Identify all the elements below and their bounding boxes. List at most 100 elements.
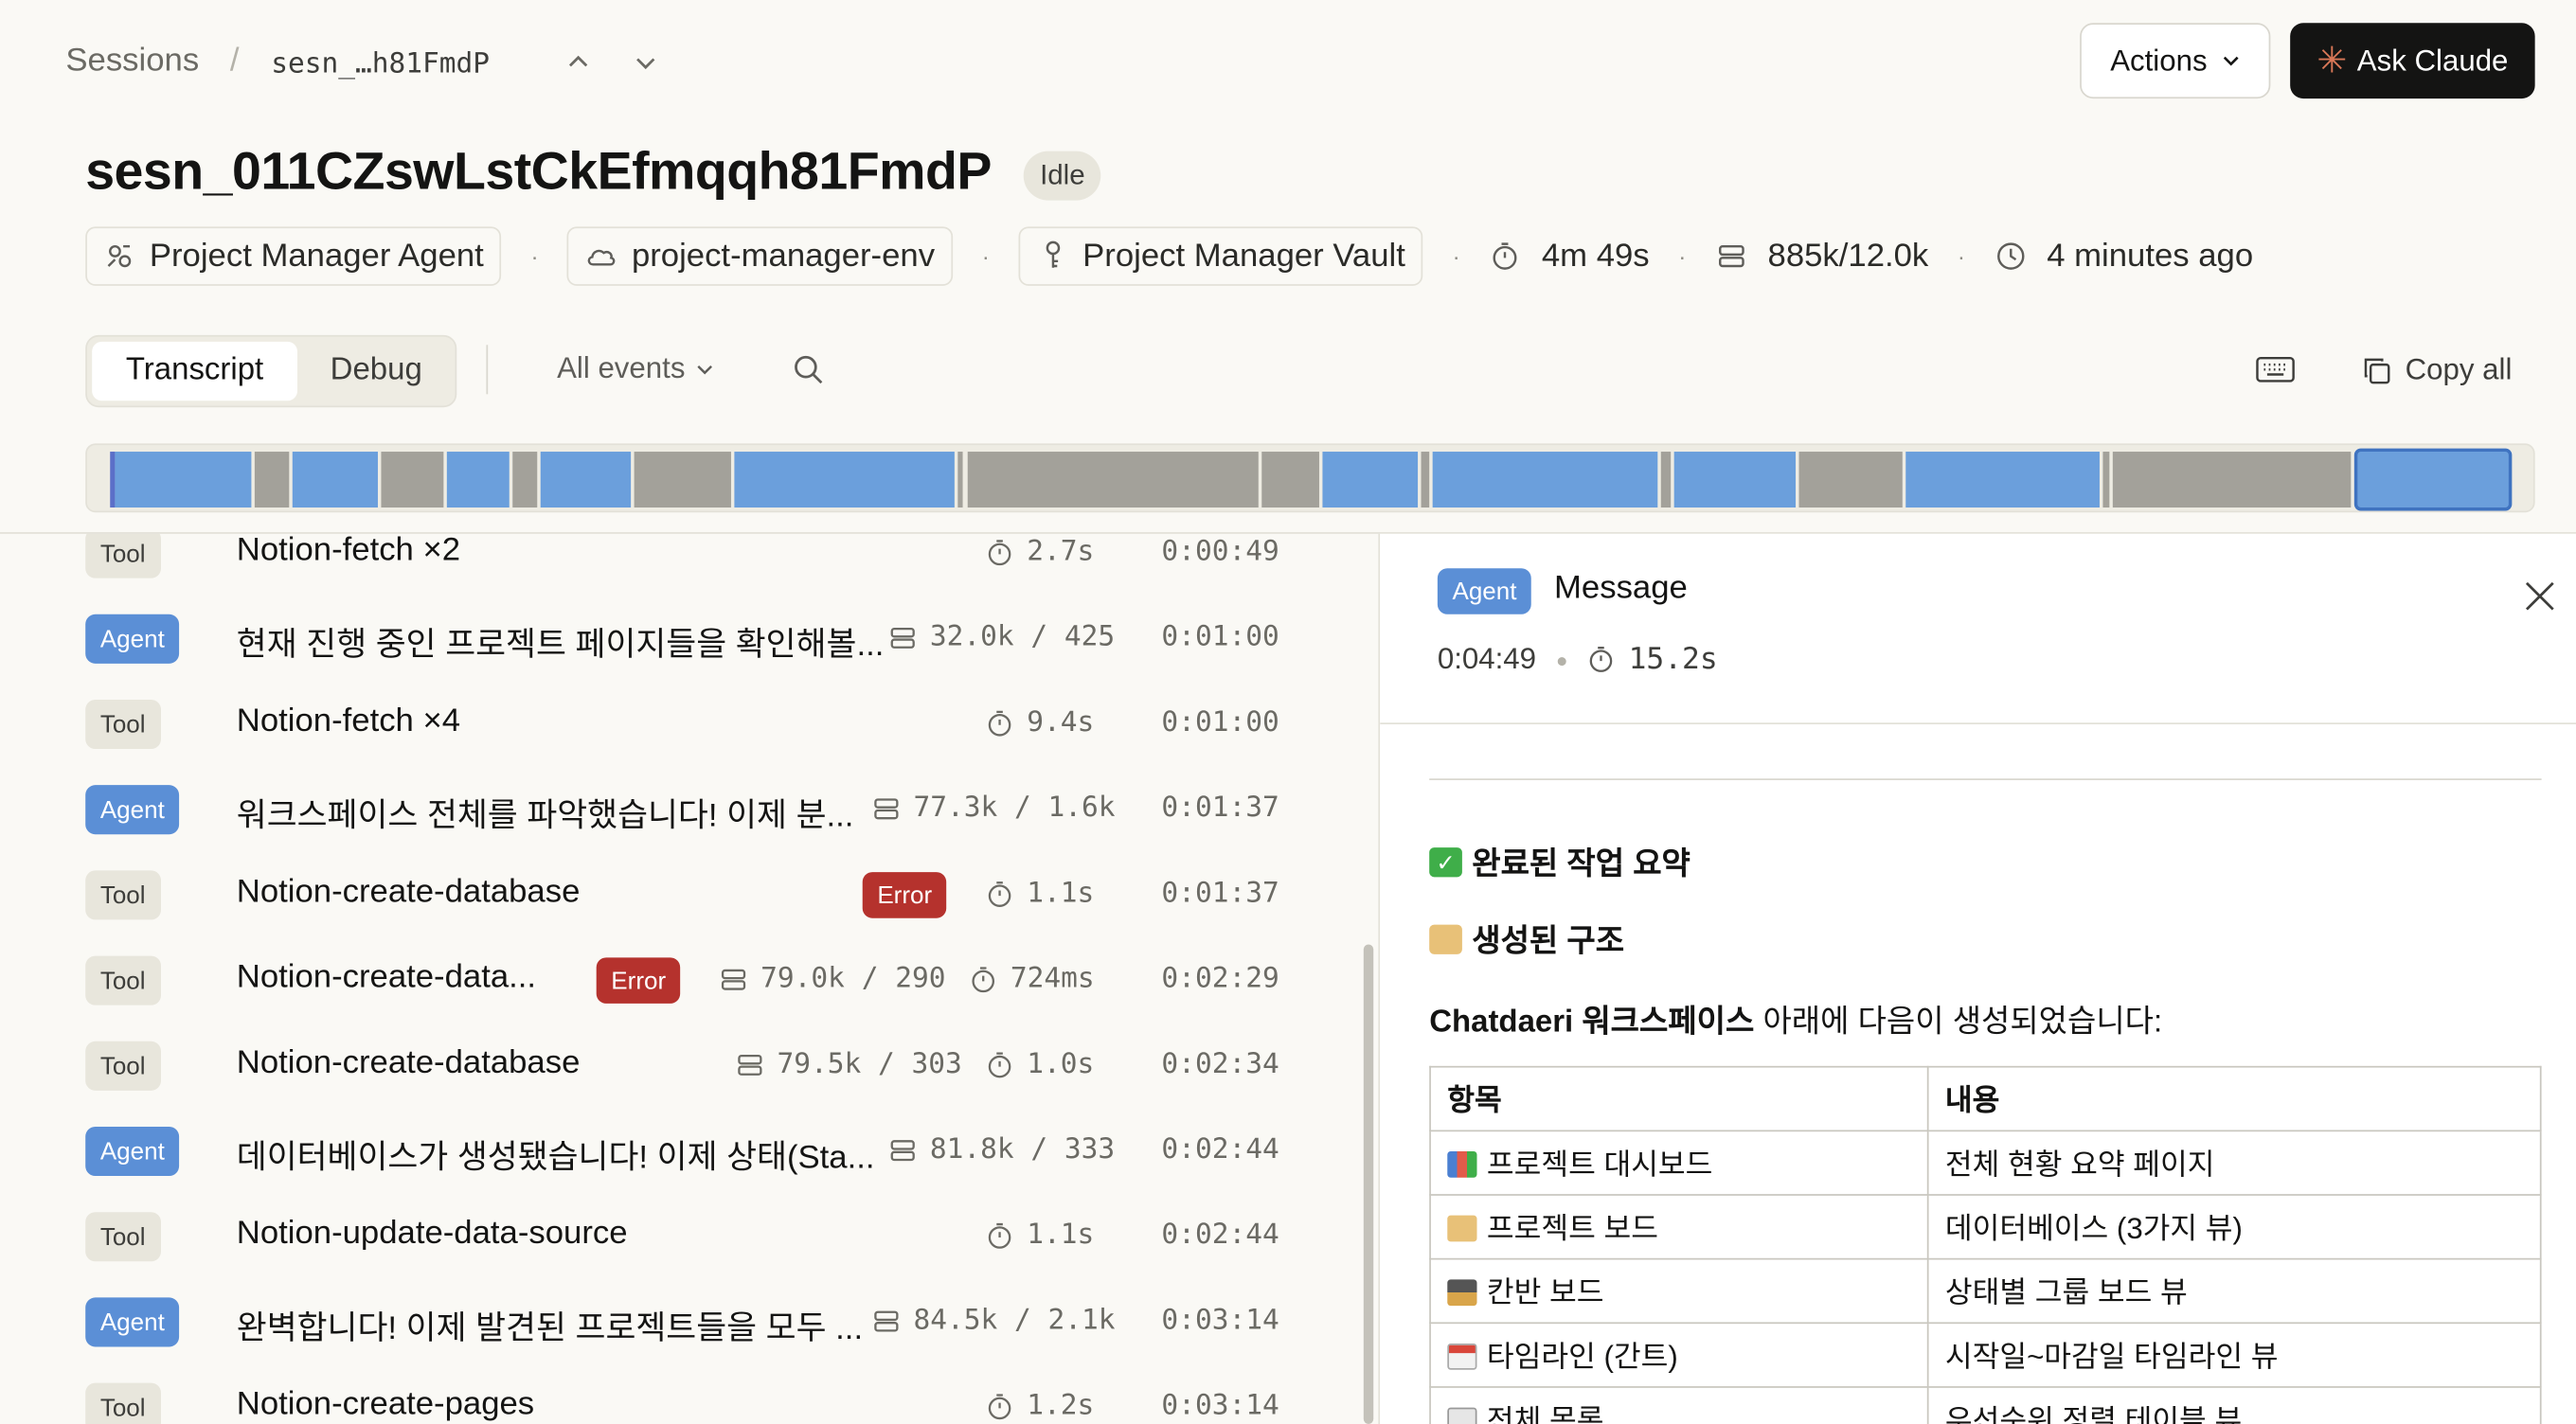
timeline-segment[interactable] — [292, 452, 378, 508]
tool-tag: Tool — [85, 1041, 161, 1091]
tab-transcript[interactable]: Transcript — [92, 341, 297, 401]
event-row[interactable]: Tool Notion-update-data-source 1.1s 0:02:44 — [0, 1194, 1347, 1279]
timeline-segment[interactable] — [1798, 452, 1903, 508]
duration-value: 2.7s — [1027, 535, 1095, 569]
event-row[interactable]: Tool Notion-create-pages 1.2s 0:03:14 — [0, 1365, 1347, 1424]
timeline-segment[interactable] — [1322, 452, 1419, 508]
duration-stat: 1.2s — [986, 1390, 1094, 1422]
timeline-segment[interactable] — [1421, 452, 1430, 508]
structure-paragraph: Chatdaeri 워크스페이스 아래에 다음이 생성되었습니다: — [1429, 1005, 2163, 1041]
event-title: Notion-fetch ×2 — [236, 533, 461, 569]
events-list: Tool Notion-fetch ×2 2.7s 0:00:49 Agent 현재 진행… — [0, 533, 1380, 1424]
timeline-segment[interactable] — [967, 452, 1259, 508]
calendar-icon — [1447, 1343, 1477, 1370]
agent-chip[interactable]: Project Manager Agent — [85, 226, 502, 286]
event-filter-dropdown[interactable]: All events — [557, 351, 715, 385]
timeline-segment[interactable] — [1261, 452, 1319, 508]
timeline-segment[interactable] — [734, 452, 955, 508]
token-value: 81.8k / 333 — [929, 1132, 1116, 1166]
close-icon[interactable] — [2523, 579, 2556, 622]
detail-meta: 0:04:49 ● 15.2s — [1437, 642, 1718, 677]
stopwatch-icon — [986, 880, 1013, 907]
vault-chip[interactable]: Project Manager Vault — [1018, 226, 1423, 286]
summary-heading: ✓ 완료된 작업 요약 — [1429, 839, 1690, 883]
timeline-segment-selected[interactable] — [2353, 448, 2513, 511]
detail-title: Message — [1554, 569, 1688, 607]
database-icon — [888, 623, 916, 650]
table-header: 내용 — [1926, 1065, 2542, 1132]
chevron-up-icon[interactable] — [559, 43, 599, 82]
event-row[interactable]: Tool Notion-fetch ×4 9.4s 0:01:00 — [0, 682, 1347, 767]
event-row[interactable]: Tool Notion-create-data... Error 79.0k / 29… — [0, 938, 1347, 1024]
duration-value: 9.4s — [1027, 705, 1095, 739]
timeline-segment[interactable] — [1432, 452, 1658, 508]
structure-table: 항목 내용 프로젝트 대시보드 전체 현황 요약 페이지 프로젝트 보드 데이터… — [1429, 1065, 2542, 1424]
timeline-segment[interactable] — [1673, 452, 1797, 508]
status-badge: Idle — [1023, 151, 1101, 201]
event-timestamp: 0:01:37 — [1161, 792, 1279, 825]
timeline-segment[interactable] — [2102, 452, 2110, 508]
chevron-down-icon — [2223, 56, 2238, 66]
breadcrumb-sessions[interactable]: Sessions — [65, 43, 199, 80]
detail-time: 0:04:49 — [1437, 642, 1537, 675]
event-timestamp: 0:01:37 — [1161, 877, 1279, 911]
timeline-segment[interactable] — [381, 452, 444, 508]
database-icon — [872, 1307, 900, 1334]
event-title: 워크스페이스 전체를 파악했습니다! 이제 분... — [236, 798, 854, 835]
stopwatch-icon — [986, 709, 1013, 737]
tokens-stat: 885k/12.0k — [1715, 238, 1928, 276]
copy-all-button[interactable]: Copy all — [2362, 353, 2512, 387]
timeline-segment[interactable] — [634, 452, 731, 508]
table-row: 칸반 보드 상태별 그룹 보드 뷰 — [1429, 1257, 2542, 1325]
timeline-segment[interactable] — [254, 452, 290, 508]
tool-tag: Tool — [85, 870, 161, 920]
timeline-segment[interactable] — [512, 452, 538, 508]
timeline-segment[interactable] — [1660, 452, 1672, 508]
chart-icon — [1447, 1151, 1477, 1178]
table-row: 프로젝트 대시보드 전체 현황 요약 페이지 — [1429, 1130, 2542, 1196]
duration-value: 724ms — [1010, 962, 1095, 996]
timeline-segment[interactable] — [1905, 452, 2100, 508]
agent-tag: Agent — [85, 1127, 180, 1177]
card-box-icon — [1447, 1279, 1477, 1307]
duration-stat: 4m 49s — [1489, 237, 1650, 276]
scrollbar[interactable] — [1363, 944, 1374, 1424]
cloud-icon — [585, 240, 618, 273]
timeline-segment[interactable] — [540, 452, 632, 508]
duration-stat: 1.1s — [986, 877, 1094, 910]
environment-chip[interactable]: project-manager-env — [567, 226, 954, 286]
chevron-down-icon[interactable] — [626, 43, 666, 82]
duration-value: 1.1s — [1027, 1219, 1095, 1252]
timeline-segment[interactable] — [115, 452, 252, 508]
ask-claude-button[interactable]: ✳ Ask Claude — [2290, 23, 2535, 99]
tab-debug[interactable]: Debug — [300, 342, 452, 400]
actions-button[interactable]: Actions — [2080, 23, 2271, 99]
stopwatch-icon — [1489, 240, 1522, 273]
keyboard-icon[interactable] — [2256, 355, 2296, 393]
event-row[interactable]: Tool Notion-create-database Error 1.1s 0:01:… — [0, 852, 1347, 937]
event-row[interactable]: Agent 워크스페이스 전체를 파악했습니다! 이제 분... 77.3k / 1… — [0, 767, 1347, 852]
token-value: 32.0k / 425 — [929, 620, 1116, 654]
vault-name: Project Manager Vault — [1082, 237, 1405, 274]
timeline-segment[interactable] — [957, 452, 963, 508]
event-timeline[interactable] — [85, 443, 2535, 513]
event-timestamp: 0:02:34 — [1161, 1047, 1279, 1081]
search-icon[interactable] — [792, 353, 825, 394]
check-icon: ✓ — [1429, 846, 1462, 877]
duration-value: 4m 49s — [1541, 237, 1650, 274]
timeline-segment[interactable] — [446, 452, 510, 508]
timeline-segment[interactable] — [2112, 452, 2352, 508]
stopwatch-icon — [986, 1392, 1013, 1419]
top-bar: Sessions / sesn_…h81FmdP Actions ✳ Ask C… — [0, 0, 2576, 128]
event-row[interactable]: Agent 완벽합니다! 이제 발견된 프로젝트들을 모두 ... 84.5k / … — [0, 1279, 1347, 1364]
token-stat: 77.3k / 1.6k — [872, 792, 1116, 825]
event-row[interactable]: Tool Notion-fetch ×2 2.7s 0:00:49 — [0, 533, 1347, 596]
key-icon — [1037, 240, 1070, 273]
page-title: sesn_011CZswLstCkEfmqqh81FmdP — [85, 141, 992, 201]
token-value: 84.5k / 2.1k — [913, 1304, 1116, 1338]
tool-tag: Tool — [85, 1382, 161, 1424]
event-row[interactable]: Tool Notion-create-database 79.5k / 303 1.0… — [0, 1024, 1347, 1109]
event-row[interactable]: Agent 현재 진행 중인 프로젝트 페이지들을 확인해볼... 32.0k / … — [0, 596, 1347, 682]
agent-tag: Agent — [85, 785, 180, 835]
event-row[interactable]: Agent 데이터베이스가 생성됐습니다! 이제 상태(Sta... 81.8k /… — [0, 1109, 1347, 1194]
